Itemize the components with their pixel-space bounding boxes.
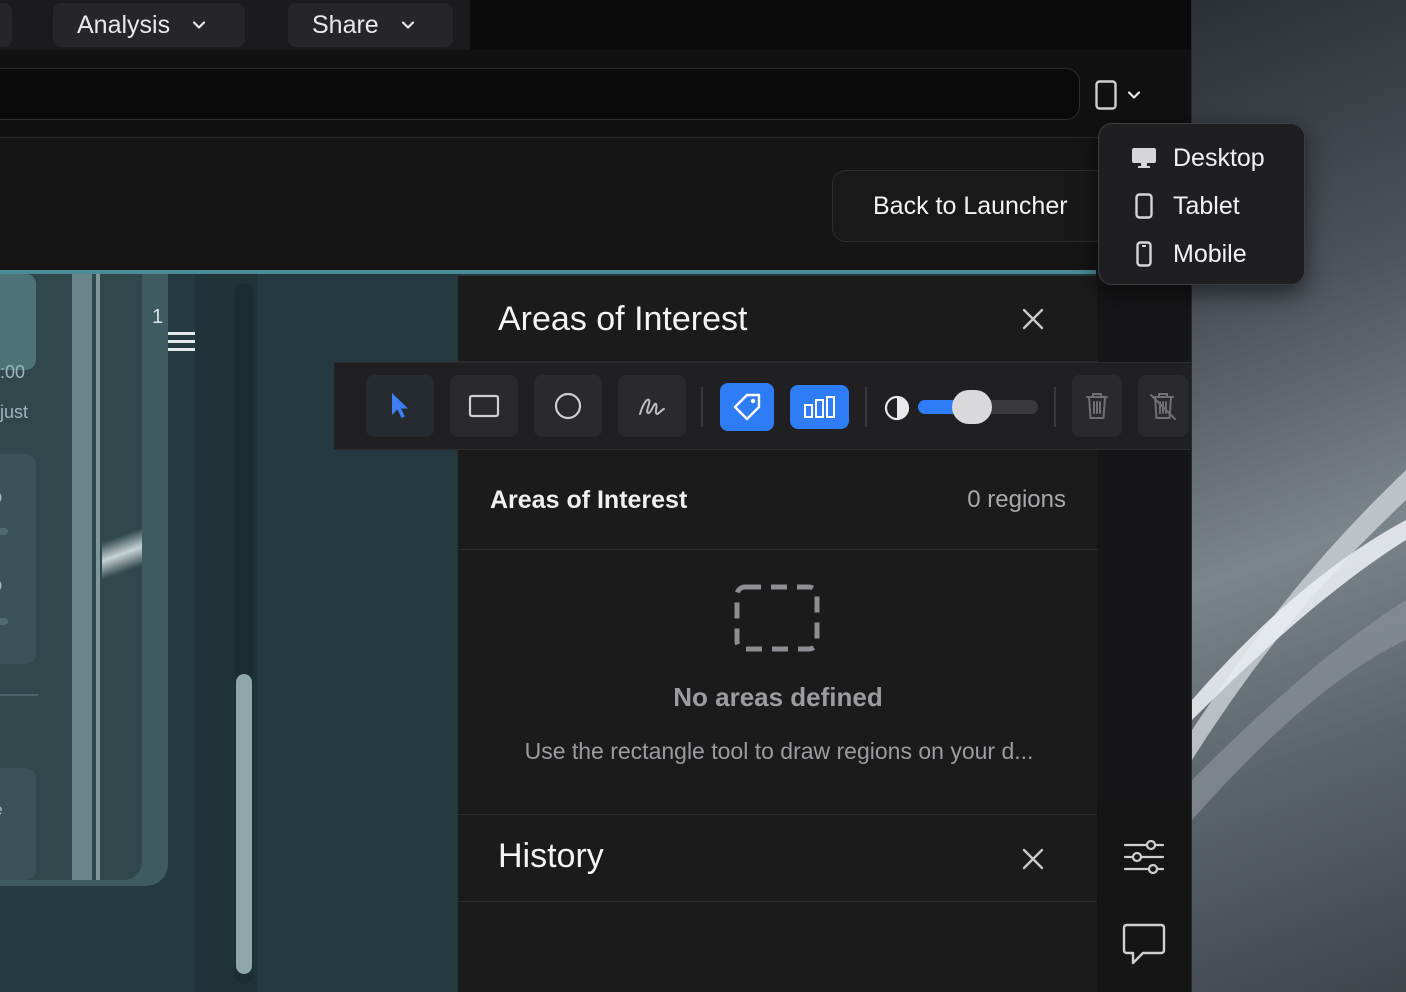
menu-item-desktop-label: Desktop — [1173, 143, 1265, 172]
close-icon[interactable] — [1022, 848, 1044, 870]
rectangle-tool-button[interactable] — [450, 375, 518, 437]
preview-bar — [0, 528, 8, 535]
preview-ago-text: go — [0, 486, 2, 509]
browser-window: Analysis Share Back to Launcher 15:00 — [0, 0, 1192, 992]
tablet-icon — [1095, 80, 1117, 110]
tab-bar: Analysis Share — [0, 0, 470, 50]
desktop-icon — [1131, 147, 1157, 169]
aoi-section-title: Areas of Interest — [490, 486, 688, 514]
preview-card: ble — [0, 768, 36, 880]
url-input[interactable] — [0, 68, 1080, 120]
menu-item-tablet[interactable]: Tablet — [1099, 183, 1306, 229]
tab-share[interactable]: Share — [288, 3, 453, 47]
preview-image — [0, 274, 36, 370]
opacity-slider-thumb[interactable] — [951, 390, 992, 424]
menu-item-mobile[interactable]: Mobile — [1099, 231, 1306, 277]
preview-time: 15:00 — [0, 362, 26, 382]
empty-state-description: Use the rectangle tool to draw regions o… — [524, 738, 1034, 764]
tab-share-label: Share — [312, 10, 379, 39]
chevron-down-icon — [401, 21, 414, 29]
back-to-launcher-button[interactable]: Back to Launcher — [832, 170, 1122, 242]
preview-card: go go — [0, 454, 36, 664]
preview-ago-text: go — [0, 574, 2, 597]
preview-adjust-text: adjust — [0, 402, 29, 422]
device-dropdown-menu: Desktop Tablet Mobile — [1098, 123, 1305, 285]
history-title: History — [498, 837, 604, 875]
preview-bar — [0, 618, 8, 625]
address-bar-row — [0, 50, 1191, 138]
empty-state-title: No areas defined — [673, 682, 883, 712]
menu-item-desktop[interactable]: Desktop — [1099, 135, 1306, 181]
panel-header: Areas of Interest — [458, 276, 1098, 362]
preview-image — [102, 514, 142, 594]
preview-divider — [0, 694, 38, 696]
tab-analysis-label: Analysis — [77, 10, 171, 39]
tag-icon — [733, 393, 761, 421]
mobile-icon — [1131, 241, 1157, 267]
tab-partial[interactable] — [0, 3, 12, 47]
phone-frame: 15:00 adjust go go ble — [0, 274, 168, 886]
menu-item-mobile-label: Mobile — [1173, 239, 1247, 268]
trash-icon — [1086, 393, 1108, 419]
delete-button[interactable] — [1072, 375, 1122, 437]
toolbar-divider — [701, 387, 703, 427]
cursor-arrow-icon — [392, 393, 408, 418]
sliders-settings-icon[interactable] — [1123, 840, 1165, 874]
comment-icon[interactable] — [1121, 922, 1167, 966]
panel-title: Areas of Interest — [498, 300, 748, 338]
contrast-icon — [884, 395, 910, 421]
bar-chart-icon — [803, 396, 835, 418]
freehand-icon — [639, 398, 665, 416]
preview-rail — [96, 274, 100, 880]
right-side-rail — [1097, 800, 1191, 992]
circle-icon — [554, 392, 582, 420]
preview-marker: 1 — [152, 306, 164, 328]
tab-analysis[interactable]: Analysis — [53, 3, 245, 47]
aoi-section-header: Areas of Interest 0 regions — [458, 452, 1098, 550]
select-tool-button[interactable] — [366, 375, 434, 437]
annotation-toolbar — [334, 362, 1191, 450]
delete-all-button[interactable] — [1138, 375, 1188, 437]
trash-all-icon — [1150, 393, 1176, 420]
preview-rail — [72, 274, 92, 880]
freehand-tool-button[interactable] — [618, 375, 686, 437]
circle-tool-button[interactable] — [534, 375, 602, 437]
tablet-icon — [1131, 193, 1157, 219]
scrollbar-thumb[interactable] — [236, 674, 252, 974]
device-toggle-button[interactable] — [1095, 80, 1141, 110]
preview-able-text: ble — [0, 800, 3, 820]
label-tool-button[interactable] — [720, 383, 774, 431]
phone-screen: 15:00 adjust go go ble — [0, 274, 142, 880]
history-header: History — [458, 814, 1098, 902]
tab-bar-empty — [470, 0, 1191, 50]
toolbar-divider — [865, 387, 867, 427]
launcher-row: Back to Launcher — [0, 138, 1191, 272]
back-to-launcher-label: Back to Launcher — [873, 191, 1068, 220]
toolbar-divider — [1054, 387, 1056, 427]
chevron-down-icon — [1127, 91, 1141, 99]
region-count: 0 regions — [967, 486, 1066, 513]
close-icon[interactable] — [1022, 308, 1044, 330]
heatmap-bars-button[interactable] — [790, 385, 849, 429]
menu-item-tablet-label: Tablet — [1173, 191, 1240, 220]
rectangle-icon — [468, 394, 500, 418]
empty-region-icon — [734, 584, 820, 652]
chevron-down-icon — [192, 21, 206, 29]
